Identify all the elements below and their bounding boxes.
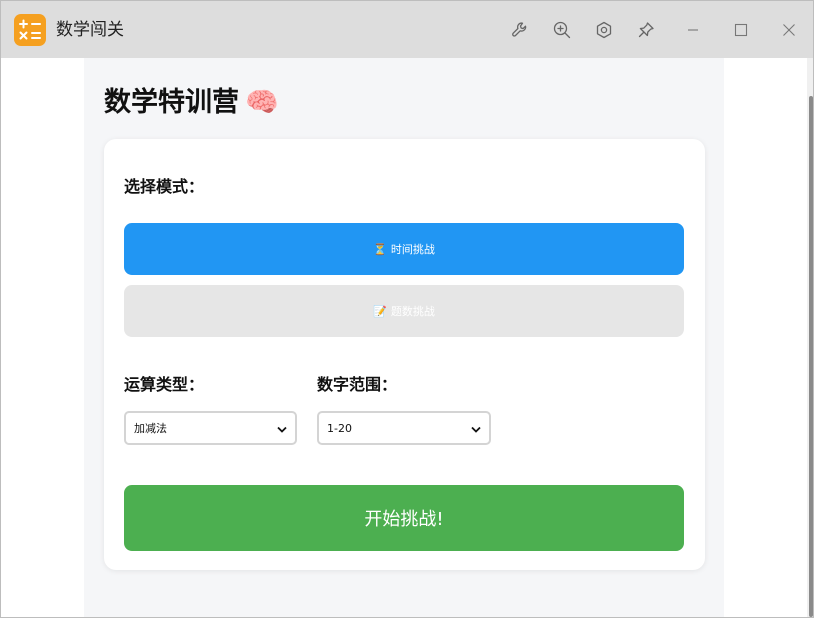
page: 数学特训营 🧠 选择模式： ⏳ 时间挑战 📝 题数挑战 运算类型： 数字范围： 加… <box>84 58 724 617</box>
mode-label: 选择模式： <box>124 177 205 196</box>
pin-icon[interactable] <box>631 15 661 45</box>
count-challenge-button[interactable]: 📝 题数挑战 <box>124 285 684 337</box>
zoom-in-icon[interactable] <box>547 15 577 45</box>
operation-select[interactable]: 加减法 <box>124 411 297 445</box>
operation-label: 运算类型： <box>124 375 205 394</box>
app-window: 数学闯关 数学特训营 🧠 选择模式： ⏳ 时间挑战 📝 题数挑战 运算类型： 数… <box>0 0 814 618</box>
wrench-icon[interactable] <box>505 15 535 45</box>
time-challenge-button[interactable]: ⏳ 时间挑战 <box>124 223 684 275</box>
count-challenge-label: 题数挑战 <box>390 305 435 318</box>
close-icon[interactable] <box>774 15 804 45</box>
minimize-icon[interactable] <box>678 15 708 45</box>
settings-card: 选择模式： ⏳ 时间挑战 📝 题数挑战 运算类型： 数字范围： 加减法 1-20… <box>104 139 705 570</box>
chevron-down-icon <box>277 424 287 437</box>
chevron-down-icon <box>471 424 481 437</box>
start-challenge-button[interactable]: 开始挑战! <box>124 485 684 551</box>
calculator-icon <box>14 14 46 46</box>
memo-icon: 📝 <box>373 304 387 318</box>
content-area: 数学特训营 🧠 选择模式： ⏳ 时间挑战 📝 题数挑战 运算类型： 数字范围： 加… <box>1 58 807 617</box>
page-title-text: 数学特训营 <box>104 87 239 118</box>
brain-icon: 🧠 <box>245 87 279 118</box>
range-select[interactable]: 1-20 <box>317 411 491 445</box>
vertical-scrollbar[interactable] <box>807 58 813 617</box>
hourglass-icon: ⏳ <box>373 242 387 256</box>
page-title: 数学特训营 🧠 <box>104 85 279 121</box>
range-label: 数字范围： <box>317 375 398 394</box>
window-title: 数学闯关 <box>56 20 124 40</box>
scrollbar-thumb[interactable] <box>809 96 813 617</box>
operation-select-value: 加减法 <box>134 422 167 435</box>
time-challenge-label: 时间挑战 <box>390 243 435 256</box>
hexagon-settings-icon[interactable] <box>589 15 619 45</box>
range-select-value: 1-20 <box>327 421 352 435</box>
maximize-icon[interactable] <box>726 15 756 45</box>
title-bar[interactable]: 数学闯关 <box>1 1 813 58</box>
